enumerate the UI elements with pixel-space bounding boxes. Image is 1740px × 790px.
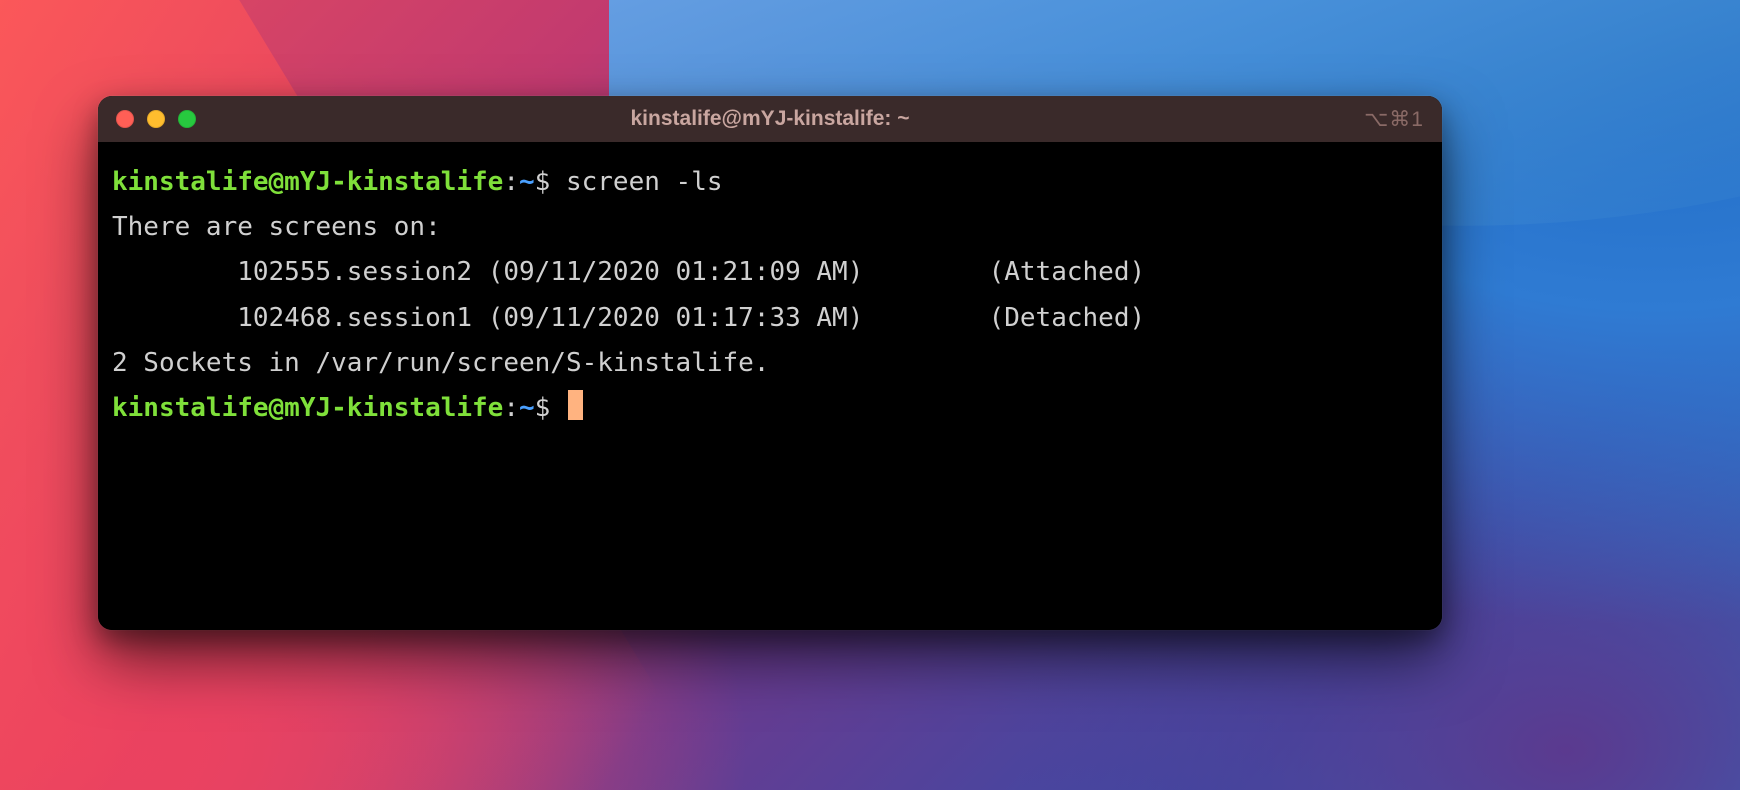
prompt-user-host: kinstalife@mYJ-kinstalife	[112, 393, 503, 423]
command-text	[550, 167, 566, 197]
traffic-lights	[116, 110, 196, 128]
output-session-row: 102468.session1 (09/11/2020 01:17:33 AM)…	[112, 296, 1428, 341]
prompt-symbol: $	[535, 167, 551, 197]
prompt-separator: :	[503, 167, 519, 197]
prompt-separator: :	[503, 393, 519, 423]
prompt-path: ~	[519, 167, 535, 197]
output-header: There are screens on:	[112, 205, 1428, 250]
cursor-icon	[568, 390, 583, 420]
tab-shortcut-hint: ⌥⌘1	[1364, 107, 1424, 132]
window-title: kinstalife@mYJ-kinstalife: ~	[98, 107, 1442, 131]
close-icon[interactable]	[116, 110, 134, 128]
terminal-body[interactable]: kinstalife@mYJ-kinstalife:~$ screen -lsT…	[98, 142, 1442, 630]
maximize-icon[interactable]	[178, 110, 196, 128]
output-sockets: 2 Sockets in /var/run/screen/S-kinstalif…	[112, 341, 1428, 386]
prompt-user-host: kinstalife@mYJ-kinstalife	[112, 167, 503, 197]
prompt-path: ~	[519, 393, 535, 423]
titlebar[interactable]: kinstalife@mYJ-kinstalife: ~ ⌥⌘1	[98, 96, 1442, 142]
terminal-line-prompt: kinstalife@mYJ-kinstalife:~$	[112, 386, 1428, 431]
terminal-line-1: kinstalife@mYJ-kinstalife:~$ screen -ls	[112, 160, 1428, 205]
prompt-space	[550, 393, 566, 423]
prompt-symbol: $	[535, 393, 551, 423]
minimize-icon[interactable]	[147, 110, 165, 128]
output-session-row: 102555.session2 (09/11/2020 01:21:09 AM)…	[112, 250, 1428, 295]
command-text: screen -ls	[566, 167, 723, 197]
terminal-window: kinstalife@mYJ-kinstalife: ~ ⌥⌘1 kinstal…	[98, 96, 1442, 630]
